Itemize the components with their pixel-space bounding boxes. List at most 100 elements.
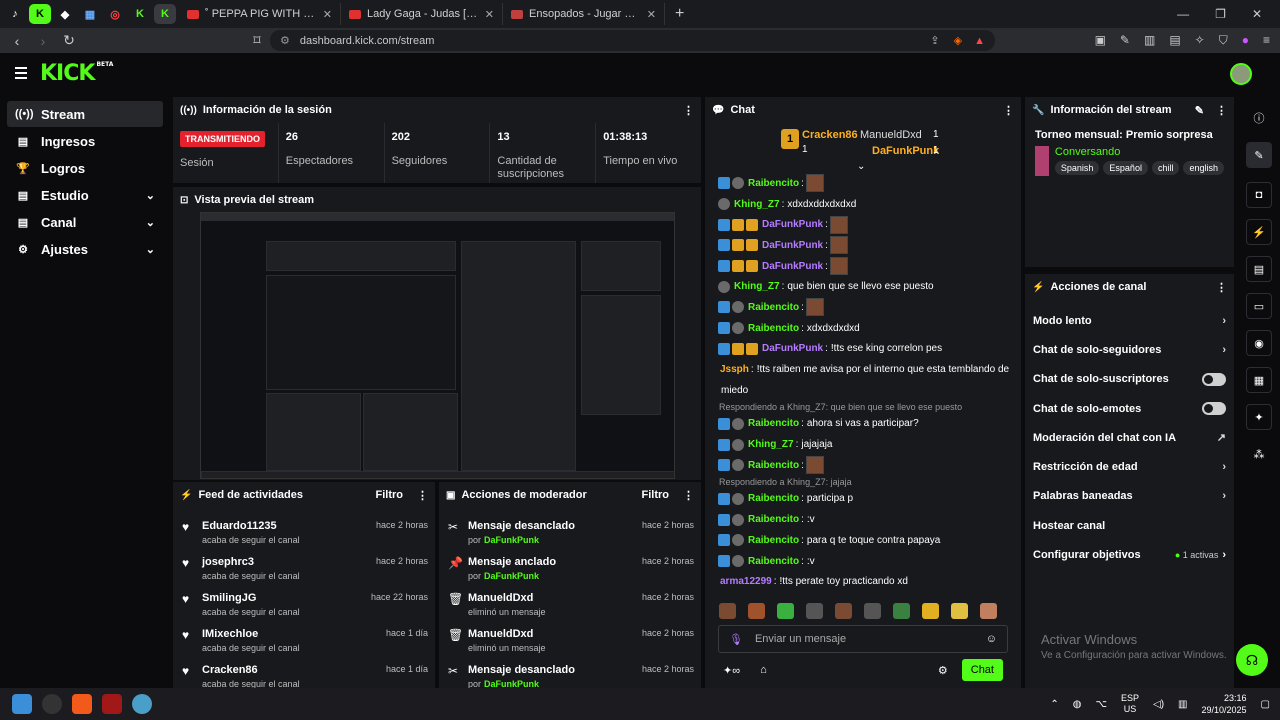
emote-shortcut-icon[interactable] [864,603,881,619]
chat-message[interactable]: Khing_Z7: jajajaja [705,434,1021,455]
chat-username[interactable]: Khing_Z7 [734,199,780,210]
sidebar-item-ingresos[interactable]: ▤ Ingresos [7,128,163,154]
browser-tab[interactable]: Ensopados - Jugar sopas de letras en ✕ [503,3,665,25]
chat-message[interactable]: DaFunkPunk: !tts ese king correlon pes [705,339,1021,360]
user-avatar[interactable] [1230,63,1252,85]
feed-item[interactable]: ♥ Cracken86 acaba de seguir el canal hace 1… [173,658,435,688]
info-icon[interactable]: ⓘ [1246,105,1272,131]
rewards-icon[interactable]: ▲ [974,35,985,47]
send-chat-button[interactable]: Chat [961,659,1003,681]
microphone-icon[interactable]: 🎙 [729,633,743,646]
pinned-tab-extension[interactable]: ◎ [104,4,126,24]
reload-icon[interactable]: ↻ [62,32,76,49]
chat-username[interactable]: DaFunkPunk [762,261,823,272]
clipboard-icon[interactable]: ▤ [1246,256,1272,282]
site-info-icon[interactable]: ⚙ [280,34,290,47]
infinity-icon[interactable]: ✦∞ [723,664,740,677]
sidebar-item-canal[interactable]: ▤ Canal ⌄ [7,209,163,235]
broadcast-icon[interactable]: ◉ [1246,330,1272,356]
taskbar-app-4[interactable] [132,694,152,714]
channel-action-8[interactable]: Configurar objetivos ● 1 activas › [1025,540,1234,569]
channel-action-0[interactable]: Modo lento › [1025,306,1234,335]
flash-icon[interactable]: ⚡ [1246,219,1272,245]
more-options-icon[interactable]: ⋮ [417,489,428,502]
stream-tag[interactable]: english [1183,161,1224,175]
brave-shield-icon[interactable]: ◈ [954,34,962,47]
chat-username[interactable]: Raibencito [748,418,799,429]
chat-message[interactable]: arma12299: !tts perate toy practicando xd [705,571,1021,592]
more-options-icon[interactable]: ⋮ [683,489,694,502]
more-options-icon[interactable]: ⋮ [1003,104,1014,117]
chat-message[interactable]: DaFunkPunk: [705,235,1021,256]
mod-user[interactable]: DaFunkPunk [484,571,539,581]
sidebar-item-stream[interactable]: ((•)) Stream [7,101,163,127]
mod-action-item[interactable]: 🗑 ManueldDxd eliminó un mensaje hace 2 hora… [439,622,701,658]
channel-action-2[interactable]: Chat de solo-suscriptores [1025,365,1234,394]
chat-username[interactable]: Raibencito [748,178,799,189]
taskbar-app-3[interactable] [102,694,122,714]
close-tab-icon[interactable]: ✕ [647,8,656,21]
lang-indicator[interactable]: ESP [1121,693,1139,704]
sidebar-toggle-icon[interactable]: ▥ [1144,33,1155,48]
tools-icon[interactable]: ✦ [1246,404,1272,430]
feed-item[interactable]: ♥ Eduardo11235 acaba de seguir el canal hac… [173,514,435,550]
channel-action-1[interactable]: Chat de solo-seguidores › [1025,335,1234,364]
taskbar-app-1[interactable] [42,694,62,714]
more-options-icon[interactable]: ⋮ [683,104,694,117]
emote-shortcut-icon[interactable] [806,603,823,619]
mod-filter-button[interactable]: Filtro [642,489,670,501]
bookmark-icon[interactable]: ⌑ [250,32,264,49]
emote-shortcut-icon[interactable] [922,603,939,619]
mod-action-item[interactable]: 📌 Mensaje anclado por DaFunkPunk hace 2 hora… [439,550,701,586]
feed-item[interactable]: ♥ IMixechloe acaba de seguir el canal hace … [173,622,435,658]
chat-message[interactable]: DaFunkPunk: [705,214,1021,235]
network-icon[interactable]: ▥ [1178,699,1187,710]
share-icon[interactable]: ⇪ [930,34,939,47]
chat-username[interactable]: Khing_Z7 [734,281,780,292]
close-window-icon[interactable]: ✕ [1252,7,1262,21]
channel-action-5[interactable]: Restricción de edad › [1025,452,1234,481]
emote-shortcut-icon[interactable] [719,603,736,619]
chat-message[interactable]: Raibencito: [705,297,1021,318]
camera-icon[interactable]: ◘ [1246,182,1272,208]
extensions-icon[interactable]: ✎ [1120,33,1130,48]
chat-username[interactable]: arma12299 [720,576,772,587]
store-icon[interactable]: ⌂ [760,664,767,676]
browser-tab[interactable]: ˚ PEPPA PIG WITH JAPANESE AND E ✕ [179,3,341,25]
mod-user[interactable]: DaFunkPunk [484,679,539,688]
edit-icon[interactable]: ✎ [1195,104,1204,117]
chat-bubble-icon[interactable]: ▭ [1246,293,1272,319]
pinned-tab-kick-2[interactable]: K [129,4,151,24]
chat-message[interactable]: Raibencito: para q te toque contra papaya [705,530,1021,551]
region-indicator[interactable]: US [1121,704,1139,715]
leo-icon[interactable]: ✧ [1195,33,1205,48]
chat-message[interactable]: Raibencito::v [705,509,1021,530]
stream-tag[interactable]: chill [1151,161,1180,175]
pinned-tab-kick[interactable]: K [29,4,51,24]
edit-layout-icon[interactable]: ✎ [1246,142,1272,168]
pinned-tab-apps[interactable]: ▦ [79,4,101,24]
chat-username[interactable]: DaFunkPunk [762,240,823,251]
chat-message[interactable]: Khing_Z7: que bien que se llevo ese puest… [705,276,1021,297]
chat-username[interactable]: Khing_Z7 [748,439,794,450]
feed-item[interactable]: ♥ SmilingJG acaba de seguir el canal hace 2… [173,586,435,622]
apps-icon[interactable]: ⁂ [1246,441,1272,467]
brave-browser-icon[interactable] [72,694,92,714]
chat-message[interactable]: Raibencito: [705,173,1021,194]
hamburger-menu-icon[interactable] [15,67,27,82]
close-tab-icon[interactable]: ✕ [323,8,332,21]
chevron-up-icon[interactable]: ⌃ [1050,699,1058,710]
close-tab-icon[interactable]: ✕ [485,8,494,21]
minimize-icon[interactable]: — [1177,7,1189,21]
more-options-icon[interactable]: ⋮ [1216,281,1227,294]
top-gifter-name[interactable]: Cracken86 [802,129,858,141]
sidebar-item-estudio[interactable]: ▤ Estudio ⌄ [7,182,163,208]
wallet-icon[interactable]: ▤ [1169,33,1180,48]
stream-tag[interactable]: Spanish [1054,161,1100,175]
chat-username[interactable]: Raibencito [748,302,799,313]
emote-shortcut-icon[interactable] [835,603,852,619]
channel-action-6[interactable]: Palabras baneadas › [1025,482,1234,511]
emote-shortcut-icon[interactable] [893,603,910,619]
pinned-tab-tiktok[interactable]: ♪ [4,4,26,24]
usb-icon[interactable]: ⌥ [1095,699,1107,710]
